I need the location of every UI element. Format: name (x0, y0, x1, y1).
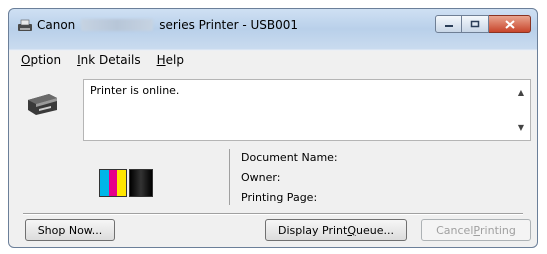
owner-label: Owner: (241, 171, 281, 184)
window-controls (435, 15, 531, 33)
shop-now-button[interactable]: Shop Now... (25, 219, 115, 241)
title-prefix: Canon (37, 18, 76, 32)
yellow-ink (117, 170, 127, 196)
scroll-down-arrow-icon[interactable]: ▼ (518, 123, 524, 132)
magenta-ink (108, 170, 118, 196)
close-icon (504, 19, 515, 29)
printer-icon (28, 94, 57, 115)
menu-bar: Option Ink Details Help (17, 51, 529, 69)
window-title: Canon series Printer - USB001 (37, 18, 298, 32)
status-message-box[interactable]: Printer is online. ▲ ▼ (83, 79, 531, 141)
printer-app-icon (18, 19, 32, 31)
printing-page-label: Printing Page: (241, 191, 318, 204)
title-bar[interactable]: Canon series Printer - USB001 (9, 9, 537, 41)
status-panel: Printer is online. ▲ ▼ Document Name: Ow… (17, 71, 531, 241)
horizontal-divider (23, 213, 523, 214)
menu-ink-details[interactable]: Ink Details (77, 53, 141, 67)
restore-icon (470, 20, 480, 28)
black-ink-tank-icon (129, 169, 153, 197)
display-print-queue-button[interactable]: Display Print Queue... (265, 219, 407, 241)
document-name-label: Document Name: (241, 151, 338, 164)
vertical-divider (229, 149, 230, 205)
menu-help[interactable]: Help (157, 53, 184, 67)
redacted-model-name (81, 19, 154, 31)
color-ink-tank-icon (99, 169, 127, 197)
restore-button[interactable] (462, 15, 489, 33)
menu-option[interactable]: Option (21, 53, 61, 67)
cancel-printing-button[interactable]: Cancel Printing (421, 219, 531, 241)
scroll-up-arrow-icon[interactable]: ▲ (518, 88, 524, 97)
minimize-button[interactable] (435, 15, 462, 33)
ink-level-display (99, 169, 153, 197)
printer-status-window: Canon series Printer - USB001 Option Ink… (8, 8, 538, 248)
close-button[interactable] (489, 15, 531, 33)
cyan-ink (100, 170, 109, 196)
status-text: Printer is online. (90, 84, 180, 97)
minimize-icon (444, 25, 453, 27)
title-suffix: series Printer - USB001 (159, 18, 299, 32)
